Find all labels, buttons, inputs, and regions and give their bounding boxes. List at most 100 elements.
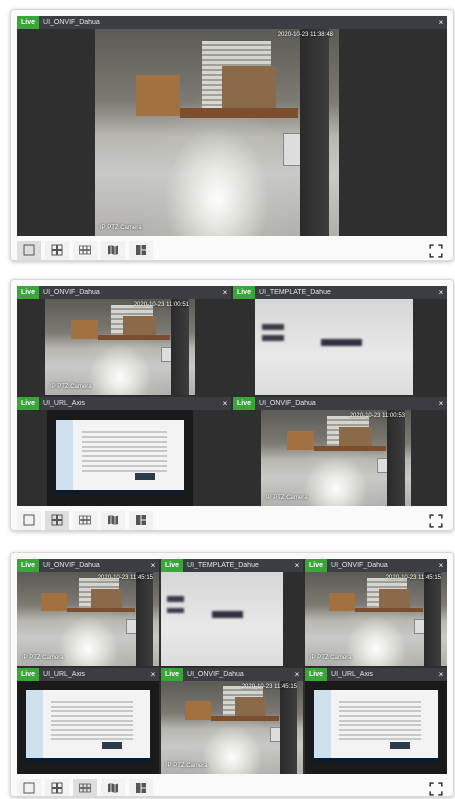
close-icon[interactable]: × bbox=[435, 399, 447, 408]
taskbar bbox=[313, 758, 439, 763]
form-row bbox=[82, 435, 167, 438]
shelf bbox=[313, 446, 386, 452]
web-button bbox=[134, 473, 156, 481]
layout-mixed-button[interactable] bbox=[129, 779, 153, 796]
form-row bbox=[82, 440, 167, 443]
blurred-element bbox=[212, 611, 244, 618]
form-row bbox=[51, 715, 134, 718]
form-row bbox=[82, 469, 167, 472]
box bbox=[123, 316, 156, 336]
camera-tile[interactable]: Live UI_ONVIF_Dahua × 2020-10-23 11:38:48 IP… bbox=[17, 16, 447, 236]
tile-header: Live UI_ONVIF_Dahua × bbox=[17, 559, 159, 572]
camera-tile[interactable]: Live UI_TEMPLATE_Dahue × bbox=[233, 286, 447, 395]
form-row bbox=[339, 729, 422, 732]
fullscreen-icon[interactable] bbox=[429, 244, 443, 258]
layout-2x2-button[interactable] bbox=[45, 241, 69, 260]
fullscreen-icon[interactable] bbox=[429, 782, 443, 796]
layout-1x1-button[interactable] bbox=[17, 779, 41, 796]
web-sidebar bbox=[313, 689, 331, 760]
close-icon[interactable]: × bbox=[291, 670, 303, 679]
box bbox=[339, 427, 372, 447]
camera-feed bbox=[305, 680, 447, 774]
map-button[interactable] bbox=[101, 779, 125, 796]
layout-2x2-button[interactable] bbox=[45, 779, 69, 796]
tile-header: Live UI_ONVIF_Dahua × bbox=[233, 397, 447, 410]
close-icon[interactable]: × bbox=[147, 670, 159, 679]
camera-name: UI_ONVIF_Dahua bbox=[43, 562, 100, 569]
web-sidebar bbox=[55, 419, 74, 491]
camera-name: UI_ONVIF_Dahua bbox=[43, 289, 100, 296]
form-row bbox=[51, 738, 134, 741]
camera-feed bbox=[161, 572, 303, 666]
fullscreen-icon[interactable] bbox=[429, 514, 443, 528]
close-icon[interactable]: × bbox=[435, 670, 447, 679]
map-icon bbox=[107, 781, 119, 796]
live-badge: Live bbox=[233, 397, 256, 410]
map-button[interactable] bbox=[101, 511, 125, 530]
camera-tile[interactable]: Live UI_ONVIF_Dahua × 2020-10-23 11:45:15 IP… bbox=[17, 559, 159, 666]
close-icon[interactable]: × bbox=[435, 288, 447, 297]
close-icon[interactable]: × bbox=[219, 288, 231, 297]
feed-timestamp: 2020-10-23 11:45:15 bbox=[241, 683, 297, 690]
layout-1x1-icon bbox=[23, 243, 35, 260]
pillar bbox=[387, 410, 405, 506]
camera-tile[interactable]: Live UI_URL_Axis × bbox=[17, 667, 159, 774]
close-icon[interactable]: × bbox=[291, 561, 303, 570]
camera-tile[interactable]: Live UI_ONVIF_Dahua × 2020-10-23 11:00:53 IP… bbox=[233, 397, 447, 506]
layout-2x2-icon bbox=[51, 781, 63, 796]
taskbar bbox=[55, 489, 185, 495]
camera-caption: IP PTZ Camera bbox=[100, 225, 142, 231]
camera-panel: Live UI_ONVIF_Dahua × 2020-10-23 11:38:48 IP… bbox=[10, 9, 454, 261]
camera-tile[interactable]: Live UI_URL_Axis × bbox=[305, 667, 447, 774]
live-badge: Live bbox=[305, 667, 328, 681]
layout-3x2-button[interactable] bbox=[73, 779, 97, 796]
layout-mixed-button[interactable] bbox=[129, 241, 153, 260]
pillar bbox=[424, 572, 442, 666]
camera-tile[interactable]: Live UI_TEMPLATE_Dahue × bbox=[161, 559, 303, 666]
map-button[interactable] bbox=[101, 241, 125, 260]
camera-panel: Live UI_ONVIF_Dahua × 2020-10-23 11:45:15 IP… bbox=[10, 552, 454, 797]
taskbar bbox=[25, 758, 151, 763]
form-row bbox=[51, 710, 134, 713]
layout-mixed-icon bbox=[135, 513, 147, 530]
layout-3x2-button[interactable] bbox=[73, 241, 97, 260]
form-row bbox=[339, 710, 422, 713]
camera-tile[interactable]: Live UI_ONVIF_Dahua × 2020-10-23 11:45:15 IP… bbox=[305, 559, 447, 666]
close-icon[interactable]: × bbox=[435, 18, 447, 27]
form-row bbox=[339, 724, 422, 727]
camera-caption: IP PTZ Camera bbox=[166, 763, 208, 769]
close-icon[interactable]: × bbox=[219, 399, 231, 408]
camera-name: UI_URL_Axis bbox=[43, 400, 86, 407]
camera-tile[interactable]: Live UI_ONVIF_Dahua × 2020-10-23 11:00:51 IP… bbox=[17, 286, 231, 395]
tile-header: Live UI_ONVIF_Dahua × bbox=[305, 559, 447, 572]
camera-caption: IP PTZ Camera bbox=[50, 384, 92, 390]
form-row bbox=[339, 701, 422, 704]
box bbox=[185, 701, 211, 720]
close-icon[interactable]: × bbox=[435, 561, 447, 570]
layout-3x2-button[interactable] bbox=[73, 511, 97, 530]
live-badge: Live bbox=[17, 286, 40, 299]
layout-1x1-button[interactable] bbox=[17, 241, 41, 260]
camera-tile[interactable]: Live UI_URL_Axis × bbox=[17, 397, 231, 506]
layout-1x1-icon bbox=[23, 781, 35, 796]
layout-mixed-button[interactable] bbox=[129, 511, 153, 530]
camera-tile[interactable]: Live UI_ONVIF_Dahua × 2020-10-23 11:45:15 IP… bbox=[161, 667, 303, 774]
shelf bbox=[66, 607, 135, 613]
close-icon[interactable]: × bbox=[147, 561, 159, 570]
blurred-element bbox=[166, 596, 184, 602]
layout-2x2-button[interactable] bbox=[45, 511, 69, 530]
camera-feed bbox=[47, 410, 193, 506]
camera-caption: IP PTZ Camera bbox=[310, 654, 352, 661]
feed-timestamp: 2020-10-23 11:45:15 bbox=[97, 575, 153, 581]
live-badge: Live bbox=[17, 559, 40, 572]
form-row bbox=[51, 724, 134, 727]
layout-3x2-icon bbox=[79, 513, 91, 530]
form-row bbox=[82, 455, 167, 458]
feed-timestamp: 2020-10-23 11:38:48 bbox=[277, 32, 333, 38]
layout-3x2-icon bbox=[79, 243, 91, 260]
live-badge: Live bbox=[161, 667, 184, 681]
live-badge: Live bbox=[161, 559, 184, 572]
pillar bbox=[299, 29, 330, 236]
map-icon bbox=[107, 513, 119, 530]
layout-1x1-button[interactable] bbox=[17, 511, 41, 530]
